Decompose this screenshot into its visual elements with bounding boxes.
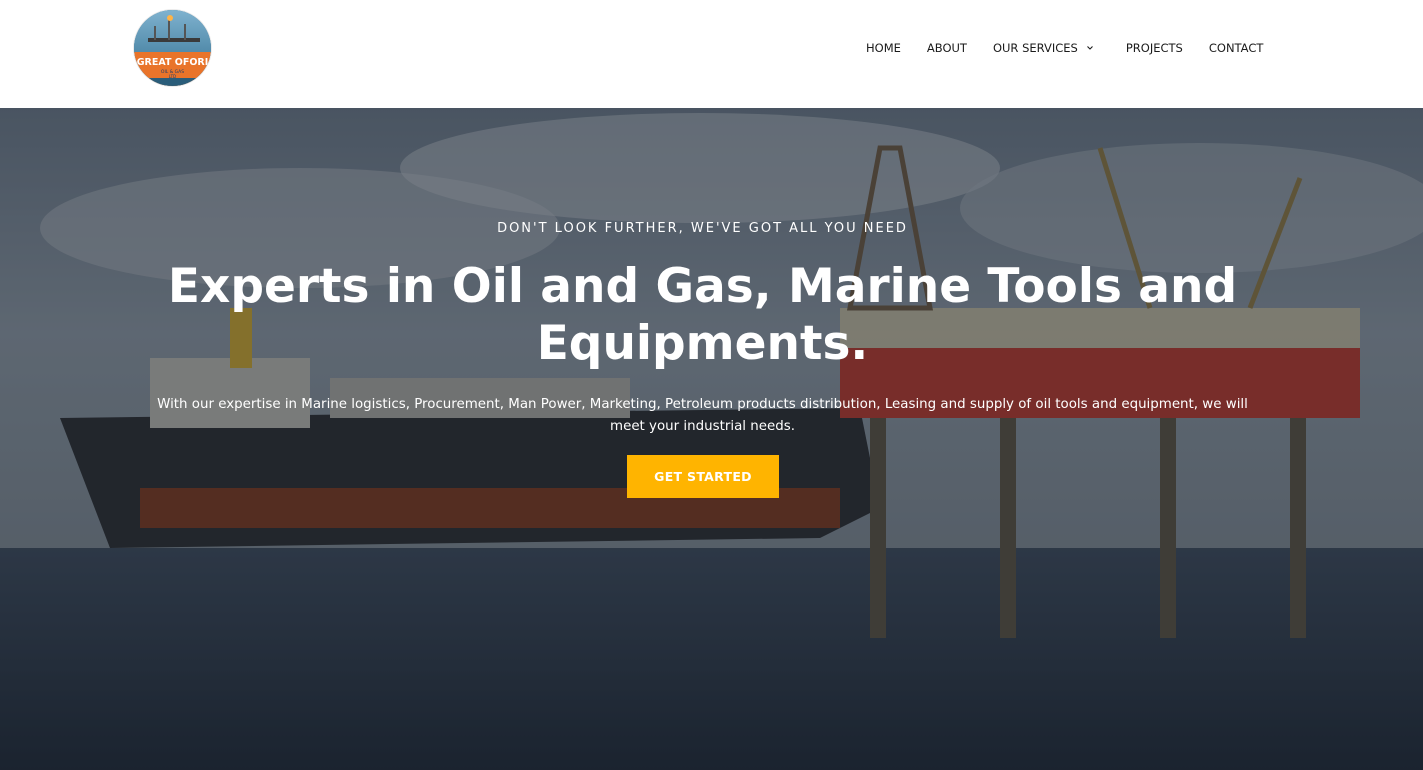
hero-content: DON'T LOOK FURTHER, WE'VE GOT ALL YOU NE… bbox=[0, 108, 1423, 770]
logo-image: GREAT OFORI OIL & GAS LTD bbox=[134, 10, 211, 86]
company-logo[interactable]: GREAT OFORI OIL & GAS LTD bbox=[134, 10, 211, 86]
nav-home[interactable]: HOME bbox=[866, 41, 901, 55]
nav-our-services[interactable]: OUR SERVICES bbox=[993, 41, 1095, 55]
hero-section: DON'T LOOK FURTHER, WE'VE GOT ALL YOU NE… bbox=[0, 108, 1423, 770]
nav-about[interactable]: ABOUT bbox=[927, 41, 967, 55]
chevron-down-icon bbox=[1086, 46, 1093, 50]
nav-contact[interactable]: CONTACT bbox=[1209, 41, 1264, 55]
nav-our-services-label: OUR SERVICES bbox=[992, 41, 1078, 55]
main-nav: HOME ABOUT OUR SERVICES PROJECTS CONTACT bbox=[866, 40, 1263, 56]
hero-description: With our expertise in Marine logistics, … bbox=[157, 397, 1248, 434]
hero-headline: Experts in Oil and Gas, Marine Tools and… bbox=[167, 259, 1238, 371]
nav-projects[interactable]: PROJECTS bbox=[1126, 41, 1183, 55]
get-started-button[interactable]: GET STARTED bbox=[627, 455, 779, 498]
hero-eyebrow: DON'T LOOK FURTHER, WE'VE GOT ALL YOU NE… bbox=[497, 221, 908, 236]
logo-text: GREAT OFORI bbox=[137, 57, 209, 68]
site-header: GREAT OFORI OIL & GAS LTD HOME ABOUT OUR… bbox=[0, 0, 1423, 108]
